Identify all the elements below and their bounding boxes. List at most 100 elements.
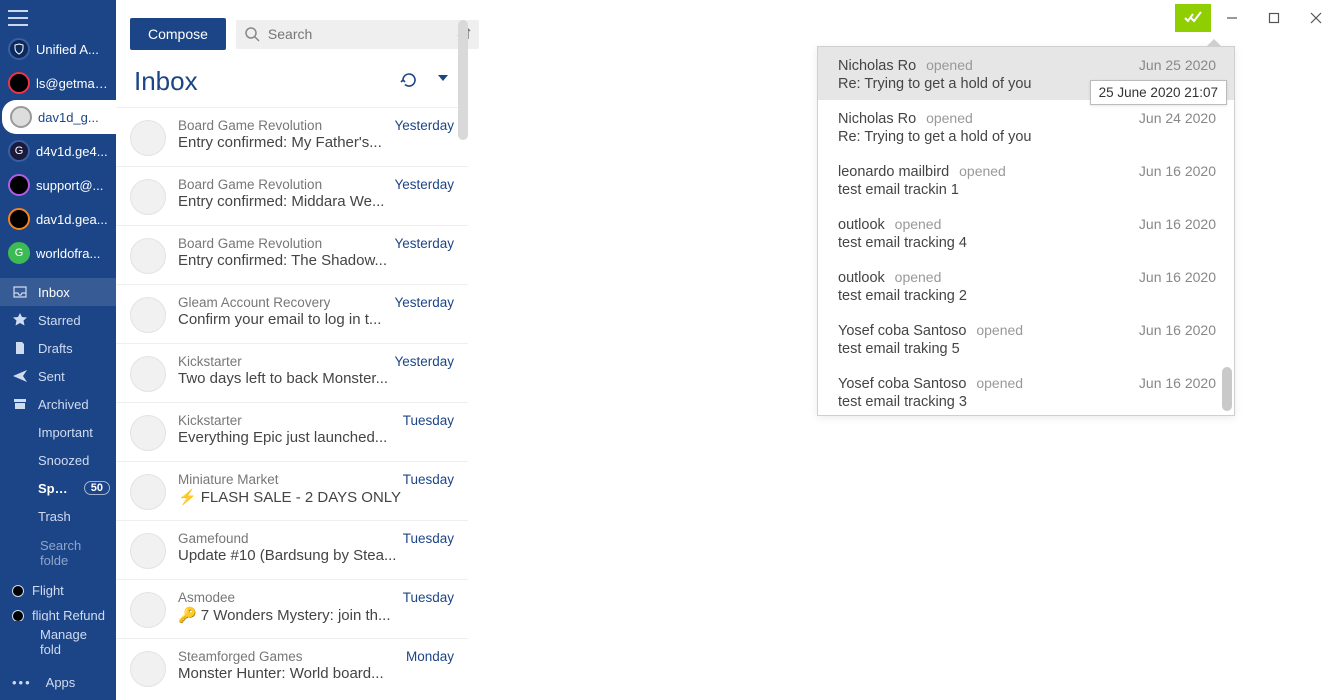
tracker-row[interactable]: outlook openedJun 16 2020test email trac…	[818, 259, 1234, 312]
account-label: dav1d.gea...	[36, 212, 108, 227]
message-date: Yesterday	[394, 354, 454, 369]
folder-sent[interactable]: Sent	[0, 362, 116, 390]
message-date: Yesterday	[394, 236, 454, 251]
tracker-recipient: outlook	[838, 270, 885, 286]
refresh-button[interactable]	[400, 71, 418, 92]
search-folder-label[interactable]: Search folde	[0, 530, 116, 576]
account-item-3[interactable]: Gd4v1d.ge4...	[0, 134, 116, 168]
tracker-row[interactable]: Yosef coba Santoso openedJun 16 2020test…	[818, 312, 1234, 365]
sender-avatar	[130, 356, 166, 392]
folder-label: Important	[38, 425, 93, 440]
tracker-row[interactable]: outlook openedJun 16 2020test email trac…	[818, 206, 1234, 259]
account-label: support@...	[36, 178, 103, 193]
blank-icon	[12, 452, 28, 468]
popup-scrollbar[interactable]	[1222, 367, 1232, 411]
tracker-row[interactable]: leonardo mailbird openedJun 16 2020test …	[818, 153, 1234, 206]
folder-snoozed[interactable]: Snoozed	[0, 446, 116, 474]
tracker-status: opened	[976, 322, 1023, 338]
tracker-tooltip: 25 June 2020 21:07	[1090, 80, 1227, 105]
folder-trash[interactable]: Trash	[0, 502, 116, 530]
sidebar: Unified A...ls@getmail...dav1d_g...Gd4v1…	[0, 0, 116, 700]
search-field-wrap[interactable]	[236, 20, 479, 49]
message-sender: Board Game Revolution	[178, 236, 322, 251]
list-title: Inbox	[134, 66, 198, 97]
tracker-row[interactable]: Yosef coba Santoso openedJun 16 2020test…	[818, 365, 1234, 415]
account-item-5[interactable]: dav1d.gea...	[0, 202, 116, 236]
apps-button[interactable]: ••• Apps	[0, 665, 116, 700]
account-item-2[interactable]: dav1d_g...	[2, 100, 116, 134]
tracker-recipient: Nicholas Ro	[838, 58, 916, 74]
folder-inbox[interactable]: Inbox	[0, 278, 116, 306]
folder-drafts[interactable]: Drafts	[0, 334, 116, 362]
account-avatar-icon	[8, 208, 30, 230]
account-item-1[interactable]: ls@getmail...	[0, 66, 116, 100]
email-tracker-button[interactable]	[1175, 4, 1211, 32]
list-scrollbar[interactable]	[458, 20, 468, 140]
accounts-list: Unified A...ls@getmail...dav1d_g...Gd4v1…	[0, 32, 116, 270]
tracker-subject: test email traking 5	[838, 341, 1216, 357]
custom-folder-0[interactable]: Flight	[0, 578, 116, 603]
message-row[interactable]: KickstarterTuesdayEverything Epic just l…	[116, 402, 468, 461]
message-sender: Steamforged Games	[178, 649, 303, 664]
sender-avatar	[130, 120, 166, 156]
message-sender: Asmodee	[178, 590, 235, 605]
blank-icon	[12, 480, 28, 496]
blank-icon	[12, 424, 28, 440]
message-row[interactable]: Miniature MarketTuesday⚡FLASH SALE - 2 D…	[116, 461, 468, 520]
filter-dropdown-button[interactable]	[436, 71, 450, 92]
account-item-4[interactable]: support@...	[0, 168, 116, 202]
folder-label: Inbox	[38, 285, 70, 300]
account-avatar-icon	[8, 174, 30, 196]
message-subject: Entry confirmed: My Father's...	[178, 134, 454, 151]
sender-avatar	[130, 179, 166, 215]
tracker-date: Jun 16 2020	[1139, 163, 1216, 179]
message-row[interactable]: KickstarterYesterdayTwo days left to bac…	[116, 343, 468, 402]
folder-archived[interactable]: Archived	[0, 390, 116, 418]
message-row[interactable]: Board Game RevolutionYesterdayEntry conf…	[116, 107, 468, 166]
message-date: Tuesday	[403, 590, 454, 605]
account-avatar-icon: G	[8, 140, 30, 162]
minimize-button[interactable]	[1211, 4, 1253, 32]
message-sender: Miniature Market	[178, 472, 279, 487]
messages: Board Game RevolutionYesterdayEntry conf…	[116, 107, 468, 700]
folder-label: Archived	[38, 397, 89, 412]
tracker-subject: test email tracking 2	[838, 288, 1216, 304]
file-icon	[12, 340, 28, 356]
message-row[interactable]: GamefoundTuesdayUpdate #10 (Bardsung by …	[116, 520, 468, 579]
folder-label: Snoozed	[38, 453, 89, 468]
maximize-button[interactable]	[1253, 4, 1295, 32]
message-subject: Entry confirmed: The Shadow...	[178, 252, 454, 269]
folder-important[interactable]: Important	[0, 418, 116, 446]
tracker-date: Jun 16 2020	[1139, 322, 1216, 338]
tracker-subject: test email trackin 1	[838, 182, 1216, 198]
account-item-6[interactable]: Gworldofra...	[0, 236, 116, 270]
folder-starred[interactable]: Starred	[0, 306, 116, 334]
search-input[interactable]	[268, 26, 449, 42]
tracker-row[interactable]: Nicholas Ro openedJun 24 2020Re: Trying …	[818, 100, 1234, 153]
message-subject: Monster Hunter: World board...	[178, 665, 454, 682]
bolt-icon: ⚡	[178, 489, 197, 506]
hamburger-menu-button[interactable]	[0, 0, 116, 32]
tracker-subject: test email tracking 3	[838, 394, 1216, 410]
message-row[interactable]: Board Game RevolutionYesterdayEntry conf…	[116, 166, 468, 225]
message-row[interactable]: Board Game Revolution YesterdayEntry conf…	[116, 225, 468, 284]
message-sender: Board Game Revolution	[178, 118, 322, 133]
custom-folder-1[interactable]: flight Refund	[0, 603, 116, 621]
tracker-recipient: Nicholas Ro	[838, 111, 916, 127]
apps-label: Apps	[46, 675, 76, 690]
message-row[interactable]: AsmodeeTuesday🔑7 Wonders Mystery: join t…	[116, 579, 468, 638]
account-avatar-icon: G	[8, 242, 30, 264]
folder-spam[interactable]: Spam50	[0, 474, 116, 502]
message-subject: Entry confirmed: Middara We...	[178, 193, 454, 210]
account-item-0[interactable]: Unified A...	[0, 32, 116, 66]
tracker-recipient: leonardo mailbird	[838, 164, 949, 180]
account-avatar-icon	[10, 106, 32, 128]
star-icon	[12, 312, 28, 328]
compose-button[interactable]: Compose	[130, 18, 226, 50]
message-row[interactable]: Gleam Account RecoveryYesterdayConfirm y…	[116, 284, 468, 343]
close-button[interactable]	[1295, 4, 1337, 32]
manage-folders-link[interactable]: Manage fold	[0, 621, 116, 665]
message-sender: Gleam Account Recovery	[178, 295, 330, 310]
tracker-recipient: Yosef coba Santoso	[838, 376, 966, 392]
message-row[interactable]: Steamforged GamesMondayMonster Hunter: W…	[116, 638, 468, 697]
